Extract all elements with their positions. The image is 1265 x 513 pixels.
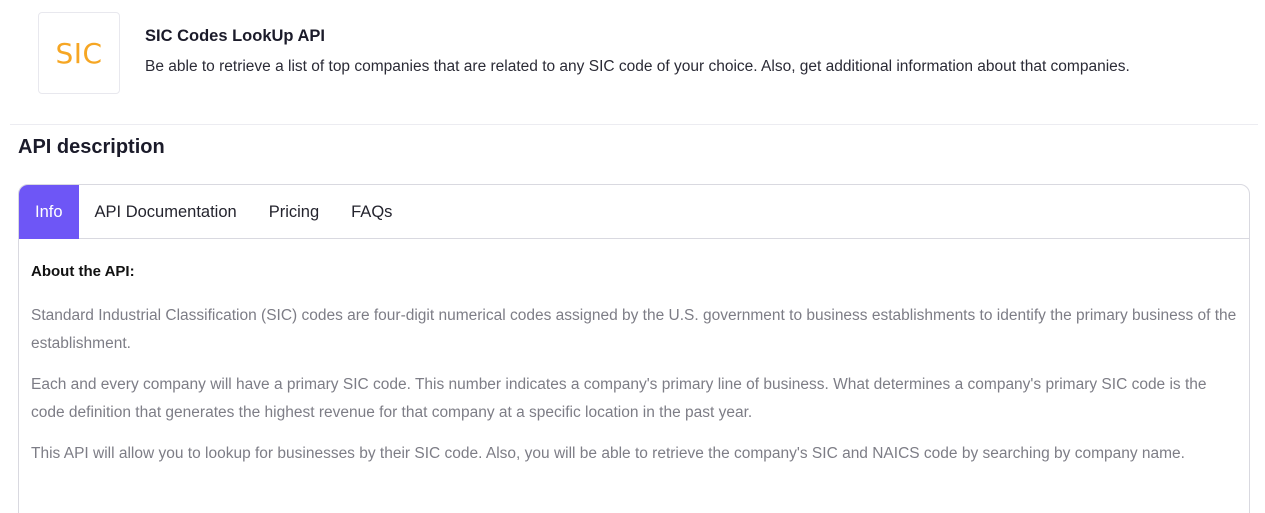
tab-content: About the API: Standard Industrial Class… (19, 239, 1249, 468)
api-header-text: SIC Codes LookUp API Be able to retrieve… (145, 26, 1130, 77)
api-subtitle: Be able to retrieve a list of top compan… (145, 58, 1130, 75)
api-title: SIC Codes LookUp API (145, 27, 325, 45)
tab-bar: Info API Documentation Pricing FAQs (19, 185, 1249, 239)
tab-api-documentation[interactable]: API Documentation (79, 185, 253, 239)
api-header: SIC SIC Codes LookUp API Be able to retr… (38, 12, 1130, 94)
section-title: API description (18, 136, 165, 158)
description-paragraph: This API will allow you to lookup for bu… (31, 445, 1185, 462)
description-paragraph: Each and every company will have a prima… (31, 376, 1207, 421)
api-logo: SIC (38, 12, 120, 94)
tab-pricing[interactable]: Pricing (253, 185, 335, 239)
tab-faqs[interactable]: FAQs (335, 185, 408, 239)
about-heading: About the API: (31, 263, 135, 280)
api-detail-page: SIC SIC Codes LookUp API Be able to retr… (0, 0, 1265, 513)
header-divider (10, 124, 1258, 125)
description-paragraph: Standard Industrial Classification (SIC)… (31, 307, 1237, 352)
tab-info[interactable]: Info (19, 185, 79, 239)
logo-text: SIC (55, 36, 103, 70)
api-description-panel: Info API Documentation Pricing FAQs Abou… (18, 184, 1250, 513)
